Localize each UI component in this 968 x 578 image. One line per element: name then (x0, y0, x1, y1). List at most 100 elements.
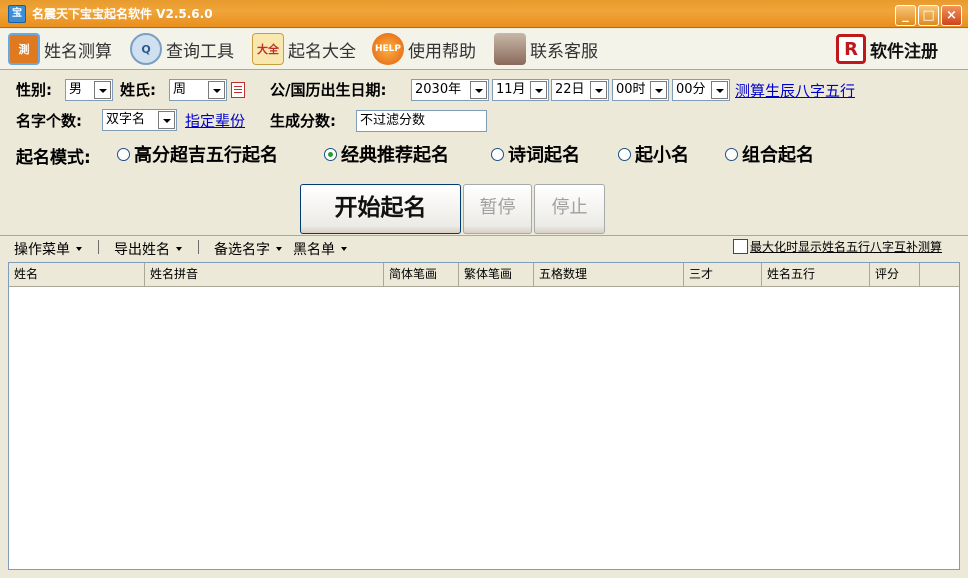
book-icon: 大全 (252, 33, 284, 65)
column-header-name-five-elements[interactable]: 姓名五行 (762, 263, 870, 286)
day-select[interactable]: 22日 (551, 79, 609, 101)
table-header: 姓名 姓名拼音 简体笔画 繁体笔画 五格数理 三才 姓名五行 评分 (9, 263, 959, 287)
toolbar-label: 姓名测算 (44, 41, 112, 62)
chevron-down-icon[interactable] (208, 81, 225, 99)
toolbar-label: 联系客服 (530, 41, 598, 62)
chevron-down-icon[interactable] (530, 81, 547, 99)
year-select[interactable]: 2030年 (411, 79, 489, 101)
hour-select[interactable]: 00时 (612, 79, 669, 101)
gender-select[interactable]: 男 (65, 79, 113, 101)
export-menu[interactable]: 导出姓名 (114, 239, 182, 259)
month-select[interactable]: 11月 (492, 79, 549, 101)
blacklist-menu-label: 黑名单 (293, 242, 335, 258)
year-value: 2030年 (415, 82, 462, 97)
name-count-label: 名字个数: (16, 112, 82, 130)
mode-label: 起名模式: (16, 148, 91, 168)
caret-down-icon (341, 247, 347, 251)
magnifier-icon: Q (130, 33, 162, 65)
surname-list-icon[interactable] (231, 82, 245, 98)
toolbar: 測 姓名测算 Q 查询工具 大全 起名大全 HELP 使用帮助 联系客服 R 软… (0, 29, 968, 69)
radio-dot (117, 147, 130, 161)
mode-radio-label: 高分超吉五行起名 (134, 145, 278, 166)
chevron-down-icon[interactable] (470, 81, 487, 99)
toolbar-register[interactable]: R 软件注册 (836, 32, 938, 66)
surname-select[interactable]: 周 (169, 79, 227, 101)
mode-radio-label: 组合起名 (742, 145, 814, 166)
column-header-pinyin[interactable]: 姓名拼音 (145, 263, 384, 286)
operate-menu-label: 操作菜单 (14, 242, 70, 258)
toolbar-name-collection[interactable]: 大全 起名大全 (252, 32, 356, 66)
gender-label: 性别: (16, 81, 52, 99)
chevron-down-icon[interactable] (590, 81, 607, 99)
window-title: 名震天下宝宝起名软件 V2.5.6.0 (32, 7, 213, 21)
caret-down-icon (76, 247, 82, 251)
name-count-value: 双字名 (106, 112, 146, 127)
column-header-simplified-strokes[interactable]: 简体笔画 (384, 263, 459, 286)
menu-separator (198, 240, 199, 254)
mode-radio-high-score[interactable]: 高分超吉五行起名 (117, 141, 278, 167)
gender-value: 男 (69, 82, 83, 97)
hour-value: 00时 (616, 82, 646, 97)
minimize-button[interactable]: _ (895, 5, 916, 26)
register-icon: R (836, 34, 866, 64)
day-value: 22日 (555, 82, 585, 97)
bazi-link[interactable]: 测算生辰八字五行 (735, 80, 855, 101)
column-header-traditional-strokes[interactable]: 繁体笔画 (459, 263, 534, 286)
title-bar: 宝 名震天下宝宝起名软件 V2.5.6.0 _ □ × (0, 0, 968, 28)
pause-button[interactable]: 暂停 (463, 184, 532, 234)
minimize-icon: _ (902, 8, 909, 23)
name-test-icon: 測 (8, 33, 40, 65)
column-header-name[interactable]: 姓名 (9, 263, 145, 286)
chevron-down-icon[interactable] (711, 81, 728, 99)
radio-dot (491, 147, 504, 161)
names-table[interactable]: 姓名 姓名拼音 简体笔画 繁体笔画 五格数理 三才 姓名五行 评分 (8, 262, 960, 570)
mode-radio-classic[interactable]: 经典推荐起名 (324, 141, 449, 167)
minute-value: 00分 (676, 82, 706, 97)
radio-dot (324, 147, 337, 161)
candidates-menu[interactable]: 备选名字 (214, 239, 282, 259)
column-header-five-grid[interactable]: 五格数理 (534, 263, 684, 286)
operate-menu[interactable]: 操作菜单 (14, 239, 82, 259)
close-icon: × (946, 8, 957, 23)
maximize-icon: □ (922, 8, 935, 23)
name-count-select[interactable]: 双字名 (102, 109, 177, 131)
candidates-menu-label: 备选名字 (214, 242, 270, 258)
minute-select[interactable]: 00分 (672, 79, 730, 101)
score-input[interactable]: 不过滤分数 (356, 110, 487, 132)
toolbar-customer-service[interactable]: 联系客服 (494, 32, 598, 66)
radio-dot (725, 147, 738, 161)
mode-radio-label: 诗词起名 (508, 145, 580, 166)
mode-radio-combination[interactable]: 组合起名 (725, 141, 814, 167)
checkbox-box[interactable] (733, 239, 748, 254)
chevron-down-icon[interactable] (158, 111, 175, 129)
blacklist-menu[interactable]: 黑名单 (293, 239, 347, 259)
toolbar-help[interactable]: HELP 使用帮助 (372, 32, 476, 66)
surname-value: 周 (173, 82, 187, 97)
column-header-score[interactable]: 评分 (870, 263, 920, 286)
mode-radio-label: 起小名 (635, 145, 689, 166)
chevron-down-icon[interactable] (650, 81, 667, 99)
maximize-analysis-checkbox[interactable]: 最大化时显示姓名五行八字互补测算 (733, 238, 942, 255)
toolbar-name-test[interactable]: 測 姓名测算 (8, 32, 112, 66)
toolbar-label: 使用帮助 (408, 41, 476, 62)
chevron-down-icon[interactable] (94, 81, 111, 99)
close-button[interactable]: × (941, 5, 962, 26)
start-naming-button[interactable]: 开始起名 (300, 184, 461, 234)
toolbar-label: 软件注册 (870, 41, 938, 62)
mode-radio-nickname[interactable]: 起小名 (618, 141, 689, 167)
toolbar-label: 起名大全 (288, 41, 356, 62)
customer-service-icon (494, 33, 526, 65)
column-header-three-talents[interactable]: 三才 (684, 263, 762, 286)
stop-button[interactable]: 停止 (534, 184, 605, 234)
toolbar-divider (0, 69, 968, 70)
mode-radio-poetry[interactable]: 诗词起名 (491, 141, 580, 167)
toolbar-query-tools[interactable]: Q 查询工具 (130, 32, 234, 66)
export-menu-label: 导出姓名 (114, 242, 170, 258)
checkbox-label: 最大化时显示姓名五行八字互补测算 (750, 240, 943, 254)
maximize-button[interactable]: □ (918, 5, 939, 26)
month-value: 11月 (496, 82, 526, 97)
app-icon: 宝 (8, 5, 26, 23)
menu-divider (0, 235, 968, 236)
generation-link[interactable]: 指定辈份 (185, 110, 245, 131)
status-strip (0, 571, 968, 578)
